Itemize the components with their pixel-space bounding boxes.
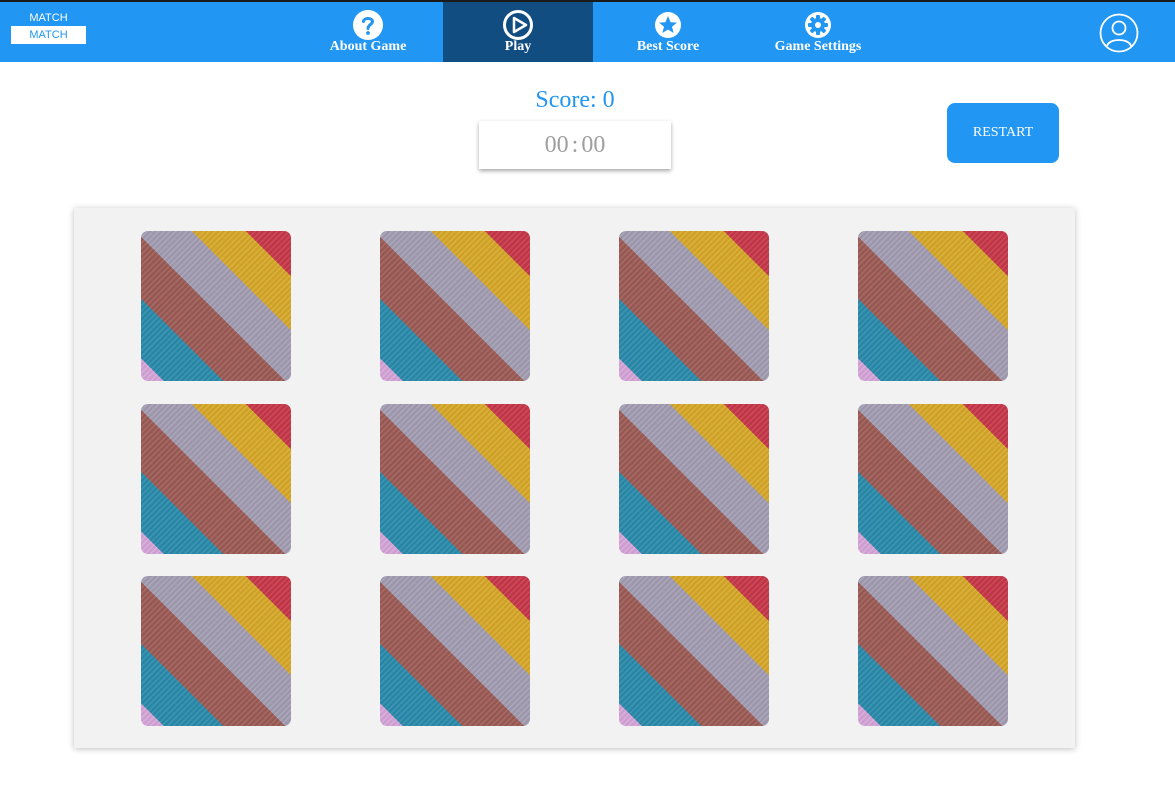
- memory-card[interactable]: [858, 404, 1008, 554]
- timer-minutes: 00: [544, 132, 569, 158]
- score-value: 0: [602, 87, 615, 113]
- nav-label-about-game: About Game: [329, 39, 407, 54]
- nav-item-play[interactable]: Play: [443, 2, 593, 62]
- gear-circle-icon: [805, 12, 831, 38]
- memory-card[interactable]: [141, 404, 291, 554]
- question-circle-icon: [353, 10, 383, 40]
- restart-button[interactable]: RESTART: [947, 103, 1059, 163]
- memory-card[interactable]: [858, 576, 1008, 726]
- logo-text-top: MATCH: [29, 12, 68, 24]
- nav-label-best-score: Best Score: [636, 39, 700, 54]
- nav-item-best-score[interactable]: Best Score: [593, 2, 743, 62]
- nav-label-game-settings: Game Settings: [774, 39, 862, 54]
- play-circle-icon: [503, 10, 533, 40]
- memory-card[interactable]: [141, 576, 291, 726]
- memory-card[interactable]: [380, 404, 530, 554]
- logo-text-bottom: MATCH: [11, 26, 86, 44]
- user-circle-icon[interactable]: [1099, 13, 1139, 53]
- memory-card[interactable]: [380, 231, 530, 381]
- star-circle-icon: [655, 12, 681, 38]
- timer-seconds: 00: [581, 132, 606, 158]
- score-display: Score: 0: [475, 85, 675, 115]
- memory-card[interactable]: [858, 231, 1008, 381]
- memory-card[interactable]: [380, 576, 530, 726]
- memory-card[interactable]: [619, 404, 769, 554]
- timer-separator: :: [571, 132, 579, 158]
- nav-label-play: Play: [504, 39, 532, 54]
- top-navbar: MATCH MATCH About Game Play Best Score G…: [0, 2, 1175, 62]
- logo[interactable]: MATCH MATCH: [11, 11, 86, 44]
- memory-card[interactable]: [619, 231, 769, 381]
- memory-card[interactable]: [619, 576, 769, 726]
- timer-display: 00:00: [479, 121, 671, 169]
- game-board: [74, 208, 1075, 748]
- score-label: Score:: [535, 87, 597, 113]
- nav-item-game-settings[interactable]: Game Settings: [743, 2, 893, 62]
- memory-card[interactable]: [141, 231, 291, 381]
- nav-item-about-game[interactable]: About Game: [293, 2, 443, 62]
